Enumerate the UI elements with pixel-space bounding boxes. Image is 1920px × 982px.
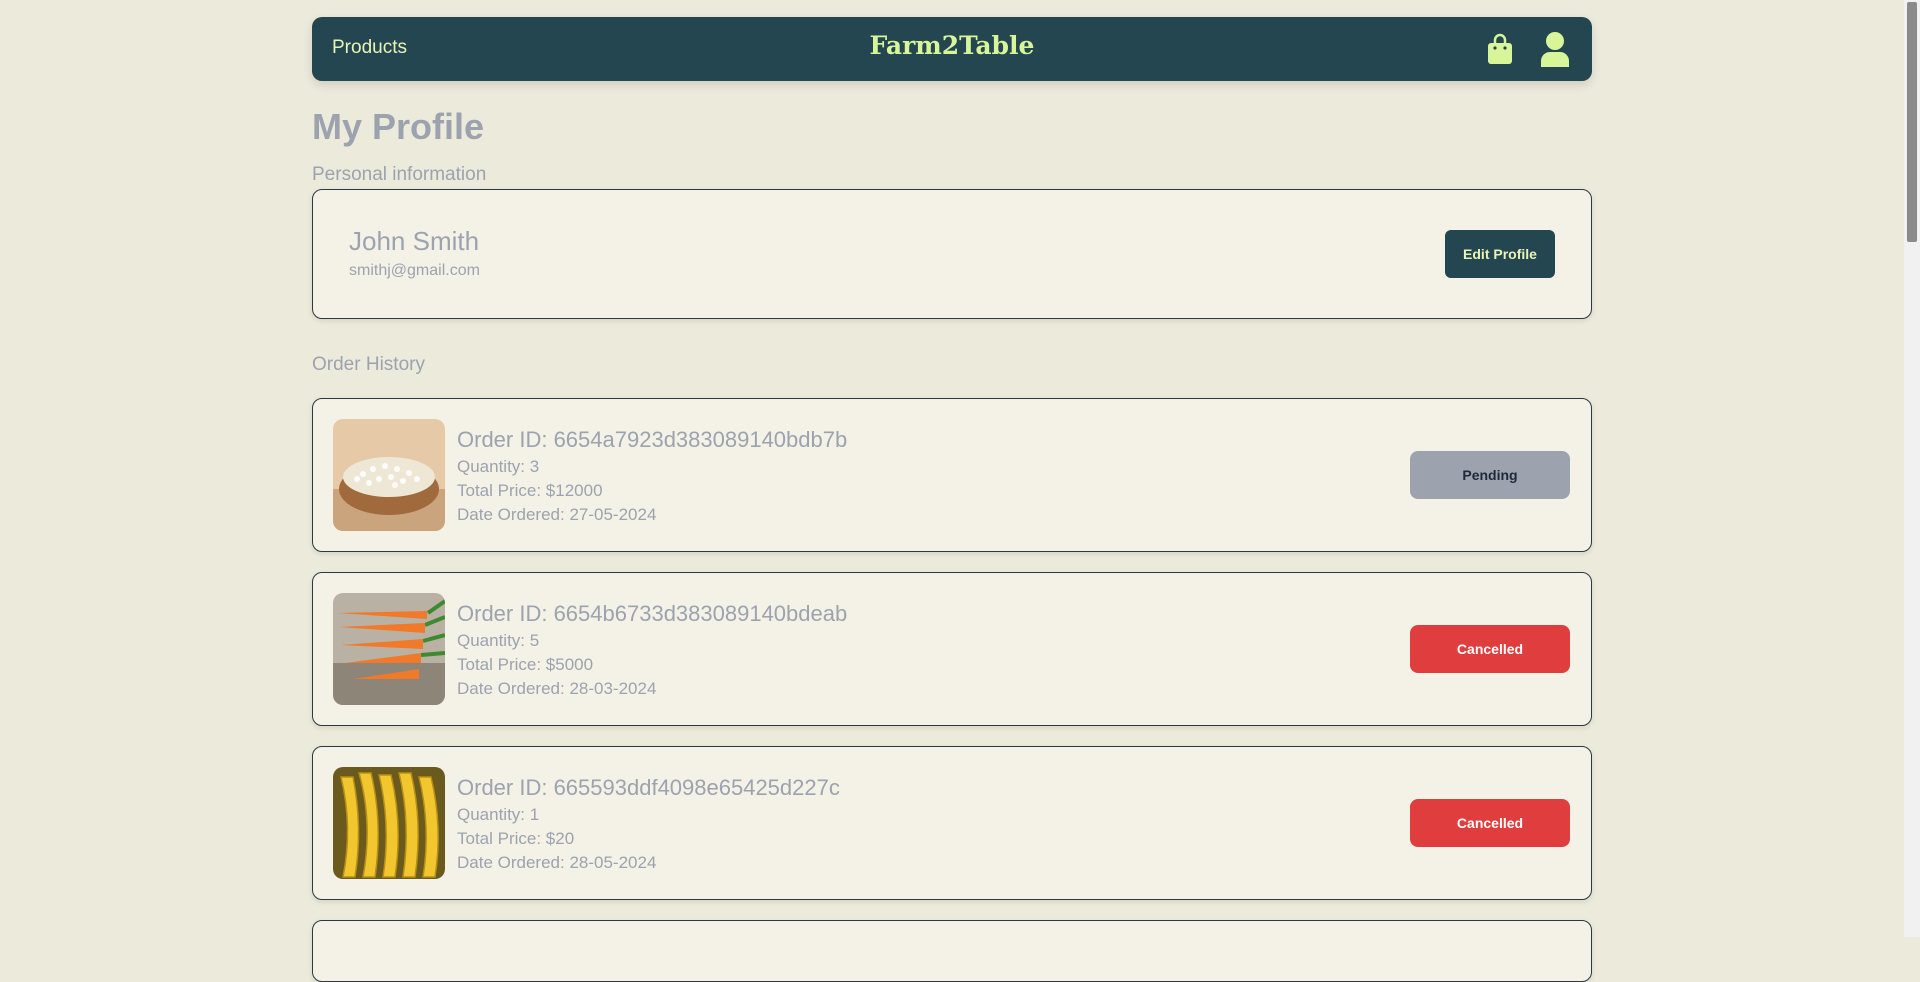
top-navbar: Products Farm2Table (312, 17, 1592, 81)
shopping-bag-icon[interactable] (1487, 33, 1513, 65)
order-date: Date Ordered: 27-05-2024 (457, 505, 657, 524)
order-total: Total Price: $12000 (457, 481, 603, 500)
page-scrollbar[interactable] (1904, 0, 1920, 937)
user-icon[interactable] (1540, 31, 1570, 67)
order-card: Order ID: 6654a7923d383089140bdb7b Quant… (312, 398, 1592, 552)
order-image-carrots (333, 593, 445, 705)
order-total: Total Price: $20 (457, 829, 575, 848)
order-status-button[interactable]: Pending (1410, 451, 1570, 499)
order-quantity: Quantity: 5 (457, 631, 540, 650)
scrollbar-thumb[interactable] (1907, 2, 1917, 242)
order-total: Total Price: $5000 (457, 655, 594, 674)
order-status-button[interactable]: Cancelled (1410, 625, 1570, 673)
order-image-bananas (333, 767, 445, 879)
edit-profile-button[interactable]: Edit Profile (1445, 230, 1555, 278)
order-id: Order ID: 665593ddf4098e65425d227c (457, 775, 840, 800)
order-card: Order ID: 6654b6733d383089140bdeab Quant… (312, 572, 1592, 726)
profile-name: John Smith (349, 226, 480, 256)
brand-logo[interactable]: Farm2Table (312, 31, 1592, 60)
profile-email: smithj@gmail.com (349, 262, 480, 279)
order-date: Date Ordered: 28-05-2024 (457, 853, 657, 872)
order-quantity: Quantity: 1 (457, 805, 540, 824)
page-title: My Profile (312, 106, 485, 147)
order-id: Order ID: 6654a7923d383089140bdb7b (457, 427, 848, 452)
order-card-partial (312, 920, 1592, 982)
order-card: Order ID: 665593ddf4098e65425d227c Quant… (312, 746, 1592, 900)
order-history-label: Order History (312, 354, 425, 375)
order-date: Date Ordered: 28-03-2024 (457, 679, 657, 698)
order-status-button[interactable]: Cancelled (1410, 799, 1570, 847)
order-quantity: Quantity: 3 (457, 457, 540, 476)
order-image-barley (333, 419, 445, 531)
personal-info-label: Personal information (312, 164, 487, 185)
profile-card: John Smith smithj@gmail.com Edit Profile (312, 189, 1592, 319)
order-id: Order ID: 6654b6733d383089140bdeab (457, 601, 848, 626)
